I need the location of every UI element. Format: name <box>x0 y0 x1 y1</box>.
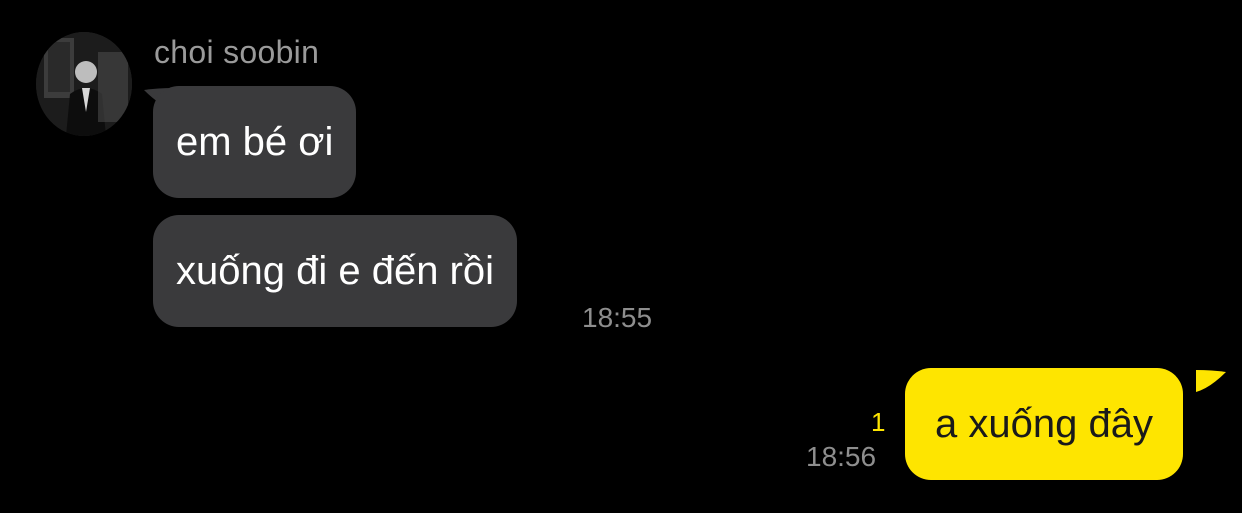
message-text: em bé ơi <box>176 120 334 164</box>
message-timestamp: 18:56 <box>806 441 877 472</box>
message-text: xuống đi e đến rồi <box>176 249 495 293</box>
message-timestamp: 18:55 <box>582 302 653 333</box>
outgoing-bubble-tail <box>1196 370 1226 392</box>
unread-count: 1 <box>871 407 886 437</box>
incoming-message-bubble[interactable]: em bé ơi <box>153 86 357 198</box>
incoming-message-bubble[interactable]: xuống đi e đến rồi <box>153 215 518 327</box>
sender-name: choi soobin <box>154 34 320 70</box>
sender-avatar[interactable] <box>36 32 132 136</box>
outgoing-message-bubble[interactable]: a xuống đây <box>905 368 1183 480</box>
message-text: a xuống đây <box>935 402 1153 446</box>
